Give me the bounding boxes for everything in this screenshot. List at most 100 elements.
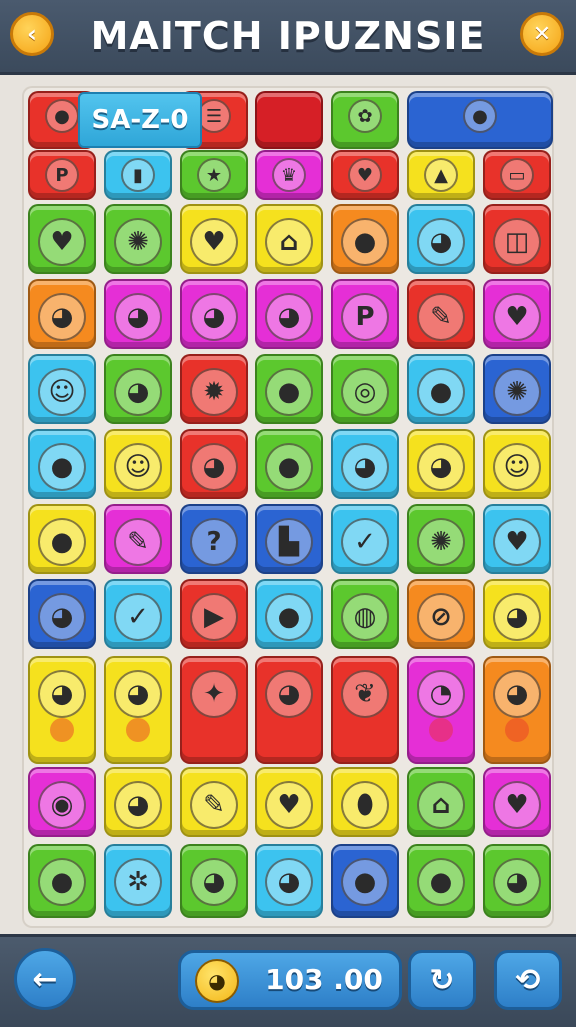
tile-check-circle[interactable]: ✓ [331, 504, 399, 574]
chick-icon: ◕ [190, 293, 238, 341]
bear-icon: ◕ [265, 670, 313, 718]
leaf-heart-icon: ♥ [38, 218, 86, 266]
tile-pencil[interactable]: ✎ [180, 767, 248, 837]
tile-apple[interactable]: ● [255, 429, 323, 499]
tile-blob[interactable]: ◕ [407, 204, 475, 274]
tile-star[interactable]: ★ [180, 150, 248, 200]
tile-chick[interactable]: ◕ [180, 279, 248, 349]
tile-crown[interactable]: ♛ [255, 150, 323, 200]
tile-cat[interactable]: ◕ [180, 429, 248, 499]
tile-heart[interactable]: ♥ [331, 150, 399, 200]
tile-splat[interactable]: ✺ [483, 354, 551, 424]
tile-smile[interactable]: ☺ [28, 354, 96, 424]
tile-leaf[interactable]: ❦ [331, 656, 399, 764]
tile-pencil[interactable]: ✎ [407, 279, 475, 349]
tile-bean[interactable]: ⬮ [331, 767, 399, 837]
tile-cat[interactable]: ◕ [104, 656, 172, 764]
tile-dot [126, 718, 150, 742]
tile-apple[interactable]: ● [28, 429, 96, 499]
bear-icon: ◕ [190, 858, 238, 906]
tile-pencil[interactable]: ✎ [104, 504, 172, 574]
tile-letter-p[interactable]: P [28, 150, 96, 200]
tile-arrow-up[interactable]: ▲ [407, 150, 475, 200]
tile-bottle[interactable]: ▮ [104, 150, 172, 200]
tile-orange[interactable]: ● [28, 844, 96, 918]
tile-bunny[interactable]: ◕ [28, 279, 96, 349]
tile-chick[interactable]: ◕ [483, 656, 551, 764]
tile-bear[interactable]: ◕ [483, 579, 551, 649]
cat-icon: ◕ [190, 443, 238, 491]
tile-blank[interactable] [255, 91, 323, 149]
heart-icon: ♥ [348, 158, 382, 192]
tile-heart[interactable]: ♥ [483, 504, 551, 574]
tile-heart[interactable]: ♥ [483, 767, 551, 837]
tile-hammer[interactable]: ▙ [255, 504, 323, 574]
tile-bear[interactable]: ◕ [331, 429, 399, 499]
tile-card[interactable]: ▭ [483, 150, 551, 200]
tile-globe[interactable]: ◍ [331, 579, 399, 649]
smile-icon: ☺ [114, 443, 162, 491]
tile-donut[interactable]: ◎ [331, 354, 399, 424]
card-icon: ▭ [500, 158, 534, 192]
chevron-left-icon: ‹ [27, 20, 37, 48]
fox-icon: ◕ [417, 443, 465, 491]
tile-balloon[interactable]: ● [28, 504, 96, 574]
tile-letter-p[interactable]: P [331, 279, 399, 349]
tile-lemon[interactable]: ● [331, 844, 399, 918]
tile-bear[interactable]: ◕ [180, 844, 248, 918]
tile-balloon[interactable]: ● [255, 579, 323, 649]
tile-heart[interactable]: ♥ [180, 204, 248, 274]
tile-question[interactable]: ? [180, 504, 248, 574]
tile-cat[interactable]: ◕ [104, 279, 172, 349]
tile-smile[interactable]: ☺ [483, 429, 551, 499]
tile-tomato[interactable]: ● [331, 204, 399, 274]
tile-envelope[interactable]: ◫ [483, 204, 551, 274]
tile-house[interactable]: ⌂ [407, 767, 475, 837]
tile-chick[interactable]: ◕ [255, 844, 323, 918]
tile-dot [202, 718, 226, 742]
tile-gear[interactable]: ✹ [180, 354, 248, 424]
cat-icon: ◕ [265, 293, 313, 341]
tile-leaf-circle[interactable]: ◉ [28, 767, 96, 837]
tile-cat[interactable]: ◕ [28, 579, 96, 649]
back-arrow-button[interactable]: ← [14, 948, 76, 1010]
tile-compass[interactable]: ⊘ [407, 579, 475, 649]
tile-apple[interactable]: ● [407, 844, 475, 918]
refresh-button[interactable]: ↻ [408, 950, 476, 1010]
tile-cat[interactable]: ◕ [255, 279, 323, 349]
tile-smile[interactable]: ☺ [104, 429, 172, 499]
tile-splat[interactable]: ✺ [104, 204, 172, 274]
letter-p-icon: P [45, 158, 79, 192]
tile-check-heart[interactable]: ✓ [104, 579, 172, 649]
tile-bat[interactable]: ✦ [180, 656, 248, 764]
tile-apple[interactable]: ● [255, 354, 323, 424]
arrow-up-icon: ▲ [424, 158, 458, 192]
tile-ladybug[interactable]: ✲ [104, 844, 172, 918]
tile-splat[interactable]: ✺ [407, 504, 475, 574]
lemon-icon: ● [45, 99, 79, 133]
smile-icon: ☺ [493, 443, 541, 491]
hint-button[interactable]: ⟲ [494, 950, 562, 1010]
tile-blob[interactable]: ◕ [483, 844, 551, 918]
tile-balloon[interactable]: ● [407, 91, 553, 149]
tile-play[interactable]: ▶ [180, 579, 248, 649]
tile-heart-badge[interactable]: ♥ [483, 279, 551, 349]
tile-bear[interactable]: ◕ [255, 656, 323, 764]
balloon-icon: ● [265, 593, 313, 641]
close-button[interactable]: ✕ [520, 12, 564, 56]
tile-leaf-heart[interactable]: ♥ [28, 204, 96, 274]
fox-icon: ◕ [38, 670, 86, 718]
close-icon: ✕ [532, 21, 552, 47]
back-button[interactable]: ‹ [10, 12, 54, 56]
tile-ghost[interactable]: ◔ [407, 656, 475, 764]
tile-lemon[interactable]: ● [407, 354, 475, 424]
tile-fox[interactable]: ◕ [407, 429, 475, 499]
tile-flower[interactable]: ✿ [331, 91, 399, 149]
tile-house[interactable]: ⌂ [255, 204, 323, 274]
bottle-icon: ▮ [121, 158, 155, 192]
tile-cat[interactable]: ◕ [104, 354, 172, 424]
tile-cat[interactable]: ◕ [104, 767, 172, 837]
chick-icon: ◕ [493, 670, 541, 718]
tile-fox[interactable]: ◕ [28, 656, 96, 764]
tile-heart[interactable]: ♥ [255, 767, 323, 837]
